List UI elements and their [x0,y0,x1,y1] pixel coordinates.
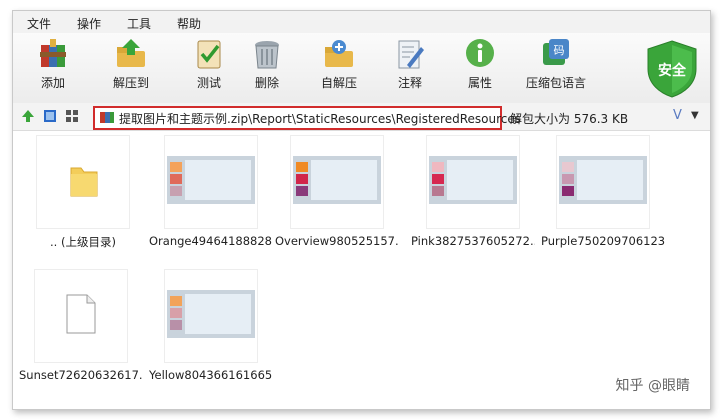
color-swatch [432,186,444,196]
file-item-orange[interactable]: Orange49464188828... [149,135,273,248]
color-swatch [562,174,574,184]
file-list: .. (上级目录) Orange49464188828... Overview9… [13,131,710,409]
file-thumbnail [290,135,384,229]
file-name: Pink3827537605272... [411,234,535,248]
color-swatch [296,162,308,172]
theme-preview [167,290,255,338]
color-swatch [170,308,182,318]
color-swatch [170,320,182,330]
extract-to-label: 解压到 [112,76,149,90]
color-swatch [296,174,308,184]
file-name: Sunset72620632617... [19,368,143,382]
file-item-purple[interactable]: Purple750209706123... [541,135,665,248]
add-archive-icon [40,39,66,67]
file-name: .. (上级目录) [50,235,116,249]
file-name: Purple750209706123... [541,234,665,248]
delete-button[interactable]: 删除 [237,37,297,91]
security-label: 安全 [658,63,686,79]
details-view-icon[interactable] [43,109,57,123]
blank-file-icon [66,294,96,334]
file-item-pink[interactable]: Pink3827537605272... [411,135,535,248]
preview-panel [577,160,643,200]
address-bar: 提取图片和主题示例.zip\Report\StaticResources\Reg… [13,103,710,131]
theme-preview [429,156,517,204]
dropdown-arrow-icon[interactable]: ▼ [691,110,699,121]
up-arrow-icon[interactable] [21,109,35,123]
sfx-button[interactable]: 自解压 [309,37,369,91]
file-item-yellow[interactable]: Yellow804366161665... [149,269,273,382]
menu-help[interactable]: 帮助 [177,15,201,32]
file-item-parent[interactable]: .. (上级目录) [21,135,145,250]
language-icon: 码 [543,39,569,65]
folder-icon [70,167,98,197]
color-swatch [170,174,182,184]
theme-preview [559,156,647,204]
watermark: 知乎 @眼睛 [615,378,690,394]
preview-panel [311,160,377,200]
add-button[interactable]: 添加 [23,37,83,91]
color-swatch [432,162,444,172]
extract-to-icon [117,39,145,67]
delete-icon [255,41,279,69]
color-swatch [170,162,182,172]
color-swatch [432,174,444,184]
preview-panel [185,294,251,334]
comment-label: 注释 [397,76,422,90]
archive-icon [100,112,114,123]
archive-language-label: 压缩包语言 [525,76,586,90]
menu-tools[interactable]: 工具 [127,15,151,32]
sfx-icon [325,40,353,67]
extract-to-button[interactable]: 解压到 [101,37,161,91]
preview-panel [447,160,513,200]
security-shield[interactable]: 安全 [646,39,698,99]
menu-operation[interactable]: 操作 [77,15,101,32]
menu-bar: 文件 操作 工具 帮助 [13,11,710,33]
svg-text:码: 码 [554,44,565,57]
add-label: 添加 [40,76,65,90]
sfx-label: 自解压 [320,76,357,90]
color-swatch [562,162,574,172]
comment-icon [398,40,424,69]
thumbnail-view-icon[interactable] [65,109,79,123]
test-button[interactable]: 测试 [179,37,239,91]
file-thumbnail [164,135,258,229]
file-item-sunset[interactable]: Sunset72620632617... [19,269,143,382]
file-name: Yellow804366161665... [149,368,273,382]
file-thumbnail [556,135,650,229]
file-name: Orange49464188828... [149,234,273,248]
delete-label: 删除 [254,76,279,90]
archive-language-button[interactable]: 码 压缩包语言 [521,37,591,91]
preview-panel [185,160,251,200]
test-icon [197,40,221,69]
file-name: Overview980525157... [275,234,399,248]
chevron-down-icon[interactable]: V [673,108,682,123]
file-thumbnail [426,135,520,229]
file-thumbnail [164,269,258,363]
info-icon [466,39,494,67]
path-text: 提取图片和主题示例.zip\Report\StaticResources\Reg… [119,112,521,126]
archive-window: 文件 操作 工具 帮助 添加 解压到 测试 删除 自解压 注释 属性 码 压缩包… [12,10,711,410]
file-thumbnail [34,269,128,363]
color-swatch [170,186,182,196]
menu-file[interactable]: 文件 [27,15,51,32]
unpacked-size: 解包大小为 576.3 KB [510,112,629,126]
properties-label: 属性 [467,76,492,90]
color-swatch [296,186,308,196]
color-swatch [170,296,182,306]
theme-preview [293,156,381,204]
toolbar: 添加 解压到 测试 删除 自解压 注释 属性 码 压缩包语言 安全 [13,33,710,104]
comment-button[interactable]: 注释 [380,37,440,91]
theme-preview [167,156,255,204]
path-field[interactable]: 提取图片和主题示例.zip\Report\StaticResources\Reg… [93,106,521,130]
color-swatch [562,186,574,196]
test-label: 测试 [196,76,221,90]
file-item-overview[interactable]: Overview980525157... [275,135,399,248]
file-thumbnail [36,135,130,229]
properties-button[interactable]: 属性 [450,37,510,91]
